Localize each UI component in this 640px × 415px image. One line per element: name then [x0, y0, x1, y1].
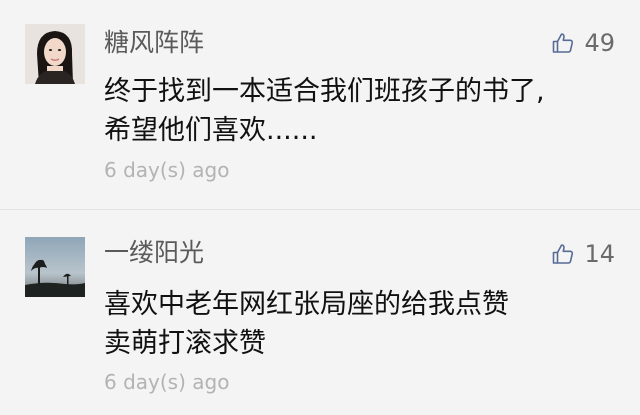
comment-content-line: 希望他们喜欢...... — [104, 115, 318, 146]
username[interactable]: 糖风阵阵 — [104, 28, 204, 58]
like-count: 49 — [584, 29, 615, 57]
avatar[interactable] — [25, 237, 85, 297]
avatar[interactable] — [25, 24, 85, 84]
comment-item: 糖风阵阵 49 终于找到一本适合我们班孩子的书了, 希望他们喜欢...... 6… — [0, 0, 640, 210]
thumbs-up-icon — [553, 244, 574, 264]
comment-content-line: 终于找到一本适合我们班孩子的书了, — [104, 76, 545, 107]
like-count: 14 — [584, 240, 615, 268]
comment-content-line: 喜欢中老年网红张局座的给我点赞 — [104, 289, 509, 320]
like-button[interactable]: 49 — [551, 29, 615, 57]
comment-time: 6 day(s) ago — [104, 370, 230, 394]
username[interactable]: 一缕阳光 — [104, 238, 204, 268]
thumbs-up-icon — [553, 33, 574, 53]
comment-time: 6 day(s) ago — [104, 158, 230, 182]
like-button[interactable]: 14 — [551, 240, 615, 268]
comment-content: 终于找到一本适合我们班孩子的书了, 希望他们喜欢...... — [104, 72, 604, 150]
comment-content: 喜欢中老年网红张局座的给我点赞 卖萌打滚求赞 — [104, 285, 604, 363]
comment-list: 糖风阵阵 49 终于找到一本适合我们班孩子的书了, 希望他们喜欢...... 6… — [0, 0, 640, 415]
comment-content-line: 卖萌打滚求赞 — [104, 328, 266, 359]
tree-silhouette-sky-avatar-image — [25, 237, 85, 297]
woman-portrait-avatar-image — [25, 24, 85, 84]
comment-item: 一缕阳光 14 喜欢中老年网红张局座的给我点赞 卖萌打滚求赞 6 day(s) … — [0, 210, 640, 415]
